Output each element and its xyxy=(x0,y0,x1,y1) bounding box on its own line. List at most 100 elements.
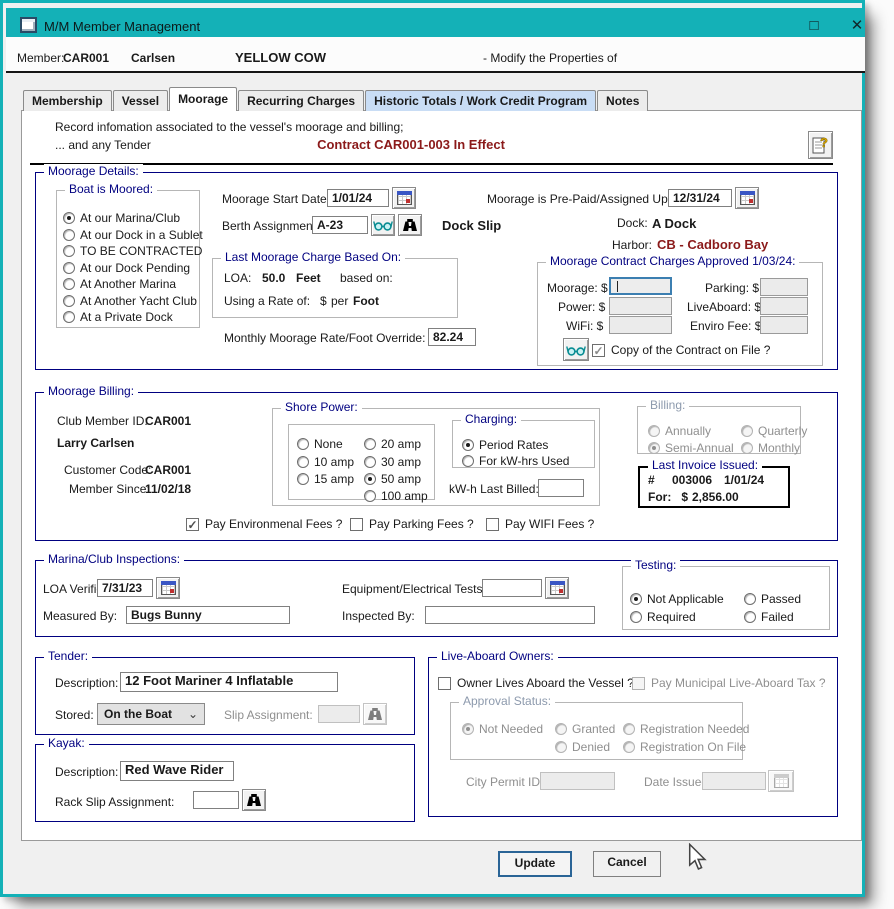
pay-parking-checkbox[interactable]: Pay Parking Fees ? xyxy=(350,517,474,531)
charge-wifi-field[interactable] xyxy=(609,316,672,334)
radio-billing-quarterly[interactable]: Quarterly xyxy=(741,424,807,438)
rack-slip-find-button[interactable] xyxy=(242,789,266,811)
radio-testing-failed[interactable]: Failed xyxy=(744,610,794,624)
tab-notes[interactable]: Notes xyxy=(597,90,648,111)
radio-another-marina[interactable]: At Another Marina xyxy=(63,277,176,291)
radio-shorepower-10amp[interactable]: 10 amp xyxy=(297,455,354,469)
radio-approval-registration-needed[interactable]: Registration Needed xyxy=(623,722,749,736)
charge-moorage-field[interactable] xyxy=(609,277,672,295)
copy-contract-checkbox[interactable]: ✓ Copy of the Contract on File ? xyxy=(592,343,770,357)
override-field[interactable]: 82.24 xyxy=(428,328,476,346)
radio-to-be-contracted[interactable]: TO BE CONTRACTED xyxy=(63,244,202,258)
start-date-calendar-button[interactable] xyxy=(392,187,416,209)
rack-slip-field[interactable] xyxy=(193,791,239,809)
pay-environmental-checkbox[interactable]: ✓ Pay Environmenal Fees ? xyxy=(186,517,342,531)
radio-shorepower-15amp[interactable]: 15 amp xyxy=(297,472,354,486)
radio-another-yacht-club[interactable]: At Another Yacht Club xyxy=(63,294,197,308)
kayak-description-field[interactable]: Red Wave Rider xyxy=(120,761,234,781)
member-since-label: Member Since: xyxy=(69,482,150,496)
equipment-tests-calendar-button[interactable] xyxy=(545,577,569,599)
radio-shorepower-30amp[interactable]: 30 amp xyxy=(364,455,421,469)
charge-parking-field[interactable] xyxy=(760,278,808,296)
radio-dot xyxy=(63,278,75,290)
update-button[interactable]: Update xyxy=(498,851,572,877)
berth-type-text: Dock Slip xyxy=(442,218,501,233)
prepaid-upto-field[interactable]: 12/31/24 xyxy=(668,189,732,207)
loa-verified-field[interactable]: 7/31/23 xyxy=(97,579,153,597)
find-berth-button[interactable] xyxy=(398,214,422,236)
radio-private-dock[interactable]: At a Private Dock xyxy=(63,310,173,324)
radio-dot xyxy=(364,438,376,450)
radio-dot xyxy=(364,490,376,502)
cancel-button[interactable]: Cancel xyxy=(593,851,661,877)
tab-recurring-charges[interactable]: Recurring Charges xyxy=(238,90,364,111)
radio-testing-required[interactable]: Required xyxy=(630,610,696,624)
radio-testing-passed[interactable]: Passed xyxy=(744,592,801,606)
radio-dot xyxy=(63,262,75,274)
radio-shorepower-20amp[interactable]: 20 amp xyxy=(364,437,421,451)
tab-membership[interactable]: Membership xyxy=(23,90,112,111)
equipment-tests-field[interactable] xyxy=(482,579,542,597)
tab-historic-totals[interactable]: Historic Totals / Work Credit Program xyxy=(365,90,596,111)
moorage-start-date-label: Moorage Start Date: xyxy=(222,192,330,206)
charge-enviro-field[interactable] xyxy=(760,316,808,334)
dock-value: A Dock xyxy=(652,216,696,231)
date-issued-calendar-button[interactable] xyxy=(768,770,794,792)
radio-approval-denied[interactable]: Denied xyxy=(555,740,610,754)
radio-billing-annually[interactable]: Annually xyxy=(648,424,711,438)
owner-lives-aboard-checkbox[interactable]: Owner Lives Aboard the Vessel ? xyxy=(438,676,634,690)
tender-stored-value: On the Boat xyxy=(104,707,172,721)
title-bar[interactable]: M/M Member Management □ ✕ xyxy=(6,8,865,37)
radio-dock-pending[interactable]: At our Dock Pending xyxy=(63,261,190,275)
measured-by-field[interactable]: Bugs Bunny xyxy=(126,606,290,624)
radio-billing-semiannual[interactable]: Semi-Annual xyxy=(648,441,734,455)
prepaid-calendar-button[interactable] xyxy=(735,187,759,209)
date-issued-field[interactable] xyxy=(702,772,766,790)
intro-line2: ... and any Tender xyxy=(55,138,151,152)
tender-stored-dropdown[interactable]: On the Boat ⌄ xyxy=(97,703,205,725)
tender-description-field[interactable]: 12 Foot Mariner 4 Inflatable xyxy=(120,672,338,692)
calendar-icon xyxy=(774,774,789,788)
view-contract-button[interactable] xyxy=(563,338,589,361)
tab-moorage[interactable]: Moorage xyxy=(169,87,237,111)
pay-wifi-checkbox[interactable]: Pay WIFI Fees ? xyxy=(486,517,594,531)
harbor-value: CB - Cadboro Bay xyxy=(657,237,768,252)
loa-unit: Feet xyxy=(296,271,321,285)
radio-period-rates[interactable]: Period Rates xyxy=(462,438,548,452)
member-id: CAR001 xyxy=(63,51,109,65)
charge-power-field[interactable] xyxy=(609,297,672,315)
radio-approval-granted[interactable]: Granted xyxy=(555,722,615,736)
radio-shorepower-none[interactable]: None xyxy=(297,437,343,451)
tender-slip-field[interactable] xyxy=(318,705,360,723)
customer-code-label: Customer Code: xyxy=(64,463,151,477)
radio-at-our-marina-club[interactable]: At our Marina/Club xyxy=(63,211,180,225)
city-permit-field[interactable] xyxy=(540,772,615,790)
view-berth-button[interactable] xyxy=(371,214,395,236)
radio-dot xyxy=(744,611,756,623)
loa-verified-calendar-button[interactable] xyxy=(156,577,180,599)
charge-liveaboard-field[interactable] xyxy=(760,297,808,315)
tab-vessel[interactable]: Vessel xyxy=(113,90,168,111)
radio-dot xyxy=(741,442,753,454)
binoculars-icon xyxy=(246,793,262,807)
maximize-button[interactable]: □ xyxy=(803,17,825,35)
kwh-last-billed-field[interactable] xyxy=(538,479,584,497)
radio-shorepower-100amp[interactable]: 100 amp xyxy=(364,489,428,503)
moorage-start-date-field[interactable]: 1/01/24 xyxy=(327,189,389,207)
radio-dock-in-sublet[interactable]: At our Dock in a Sublet xyxy=(63,228,203,242)
close-button[interactable]: ✕ xyxy=(846,17,868,35)
tender-slip-find-button[interactable] xyxy=(363,703,387,725)
rack-slip-label: Rack Slip Assignment: xyxy=(55,795,174,809)
radio-testing-not-applicable[interactable]: Not Applicable xyxy=(630,592,724,606)
inspected-by-field[interactable] xyxy=(425,606,595,624)
maximize-icon: □ xyxy=(809,17,818,34)
radio-billing-monthly[interactable]: Monthly xyxy=(741,441,800,455)
shore-power-title: Shore Power: xyxy=(281,400,362,414)
pay-municipal-tax-checkbox[interactable]: Pay Municipal Live-Aboard Tax ? xyxy=(632,676,826,690)
berth-assignment-field[interactable]: A-23 xyxy=(312,216,368,234)
radio-kwhrs-used[interactable]: For kW-hrs Used xyxy=(462,454,569,468)
radio-approval-not-needed[interactable]: Not Needed xyxy=(462,722,543,736)
radio-shorepower-50amp[interactable]: 50 amp xyxy=(364,472,421,486)
radio-approval-registration-on-file[interactable]: Registration On File xyxy=(623,740,746,754)
help-button[interactable]: ? xyxy=(808,131,833,159)
